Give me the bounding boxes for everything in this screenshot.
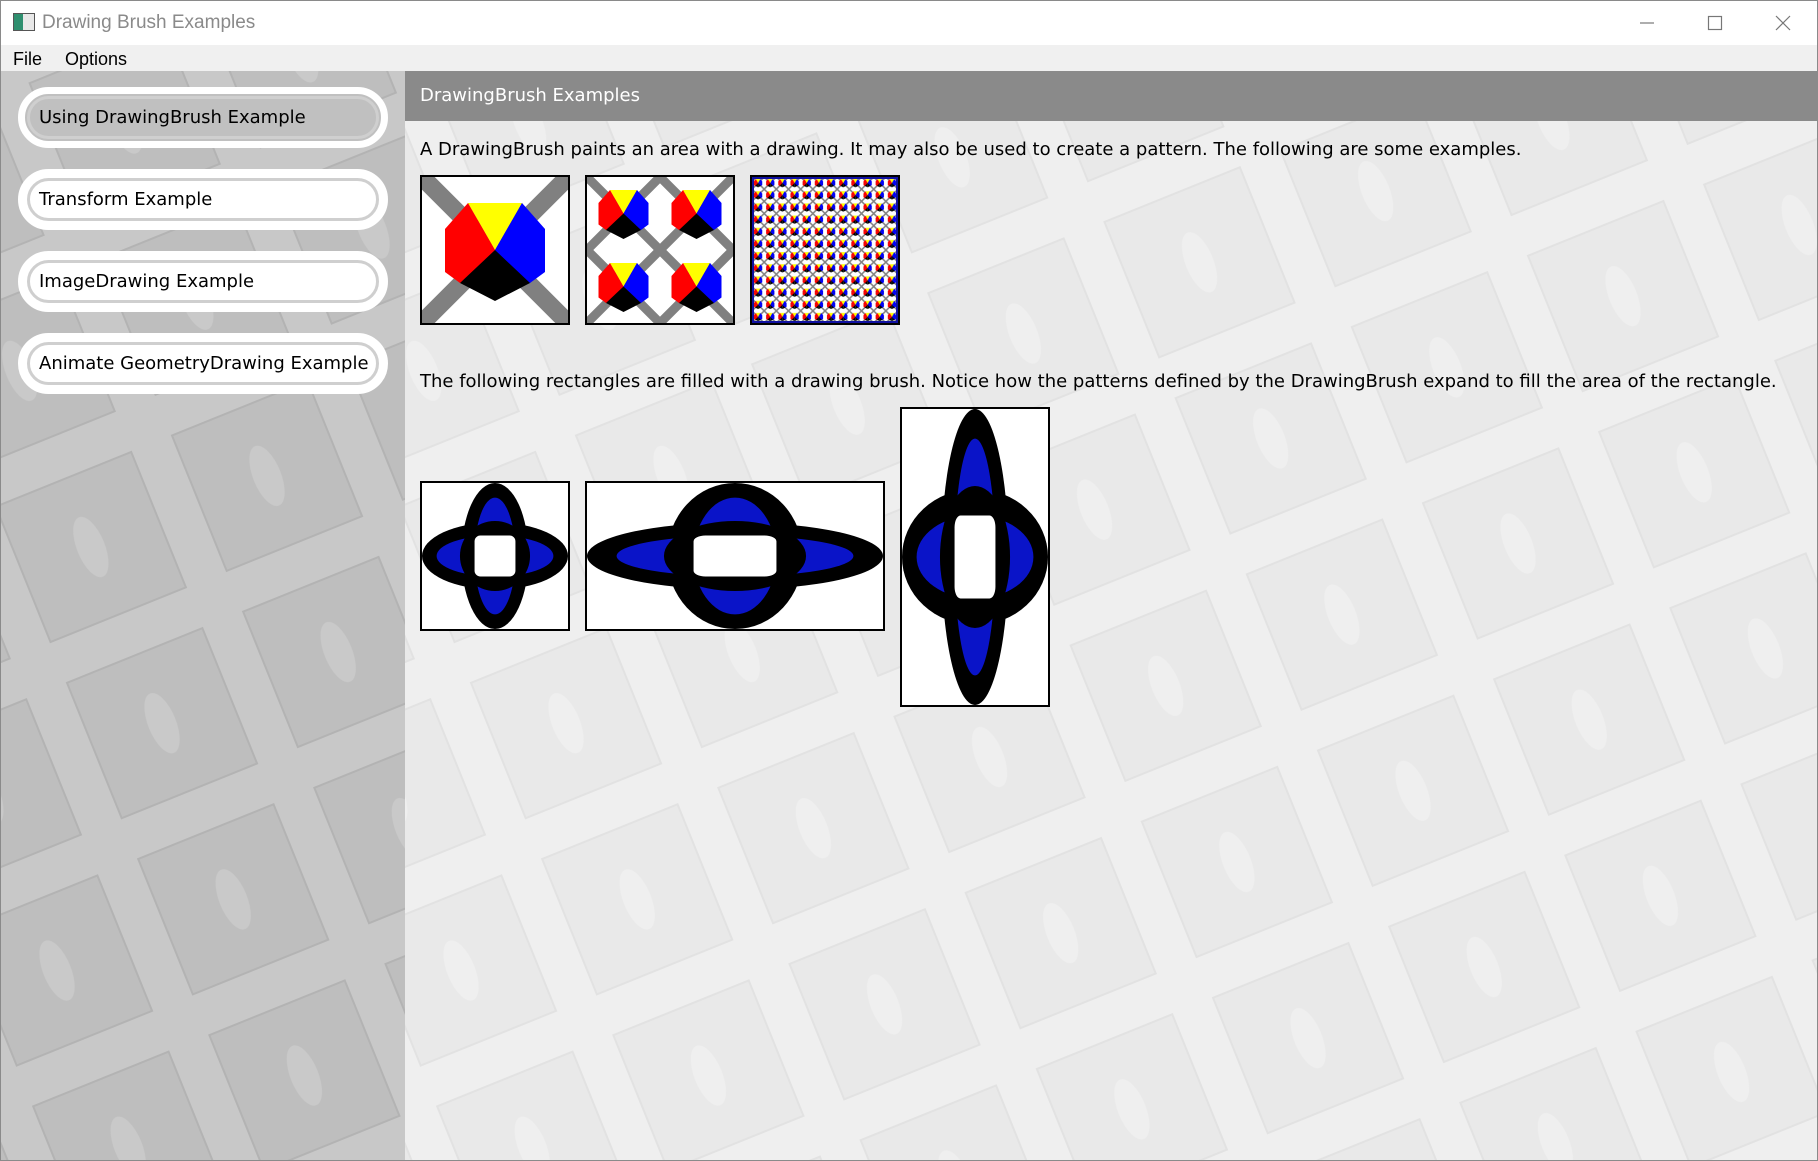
content-area: Using DrawingBrush Example Transform Exa… [1, 71, 1817, 1160]
nav-label: Transform Example [39, 189, 213, 210]
intro-text: A DrawingBrush paints an area with a dra… [420, 139, 1522, 160]
page-title: DrawingBrush Examples [420, 85, 640, 106]
stretch-rect-wide [585, 481, 885, 631]
nav-label: ImageDrawing Example [39, 271, 255, 292]
page-header: DrawingBrush Examples [405, 71, 1817, 121]
minimize-icon [1640, 22, 1654, 24]
maximize-icon [1707, 15, 1723, 31]
nav-label: Using DrawingBrush Example [39, 107, 306, 128]
nav-imagedrawing[interactable]: ImageDrawing Example [18, 251, 388, 312]
window-title: Drawing Brush Examples [42, 12, 256, 33]
app-window-icon [13, 13, 35, 31]
single-drawing-tile [420, 175, 570, 325]
stretch-description: The following rectangles are filled with… [420, 371, 1777, 392]
tiled-2x2-tile [585, 175, 735, 325]
stretch-rect-square [420, 481, 570, 631]
nav-animate-geometrydrawing[interactable]: Animate GeometryDrawing Example [18, 333, 388, 394]
title-bar[interactable]: Drawing Brush Examples [1, 1, 1817, 45]
stretch-rect-tall [900, 407, 1050, 707]
nav-label: Animate GeometryDrawing Example [39, 353, 369, 374]
nav-transform[interactable]: Transform Example [18, 169, 388, 230]
maximize-button[interactable] [1681, 1, 1749, 45]
sidebar: Using DrawingBrush Example Transform Exa… [1, 71, 405, 1160]
close-button[interactable] [1749, 1, 1817, 45]
app-window: Drawing Brush Examples File Options Usin… [0, 0, 1818, 1161]
main-panel: DrawingBrush Examples A DrawingBrush pai… [405, 71, 1817, 1160]
tiled-dense-tile [750, 175, 900, 325]
menu-bar: File Options [1, 45, 1817, 71]
sidebar-background-pattern [1, 71, 405, 1160]
close-icon [1775, 15, 1791, 31]
nav-using-drawingbrush[interactable]: Using DrawingBrush Example [18, 87, 388, 148]
menu-file[interactable]: File [13, 49, 42, 70]
menu-options[interactable]: Options [65, 49, 127, 70]
minimize-button[interactable] [1613, 1, 1681, 45]
